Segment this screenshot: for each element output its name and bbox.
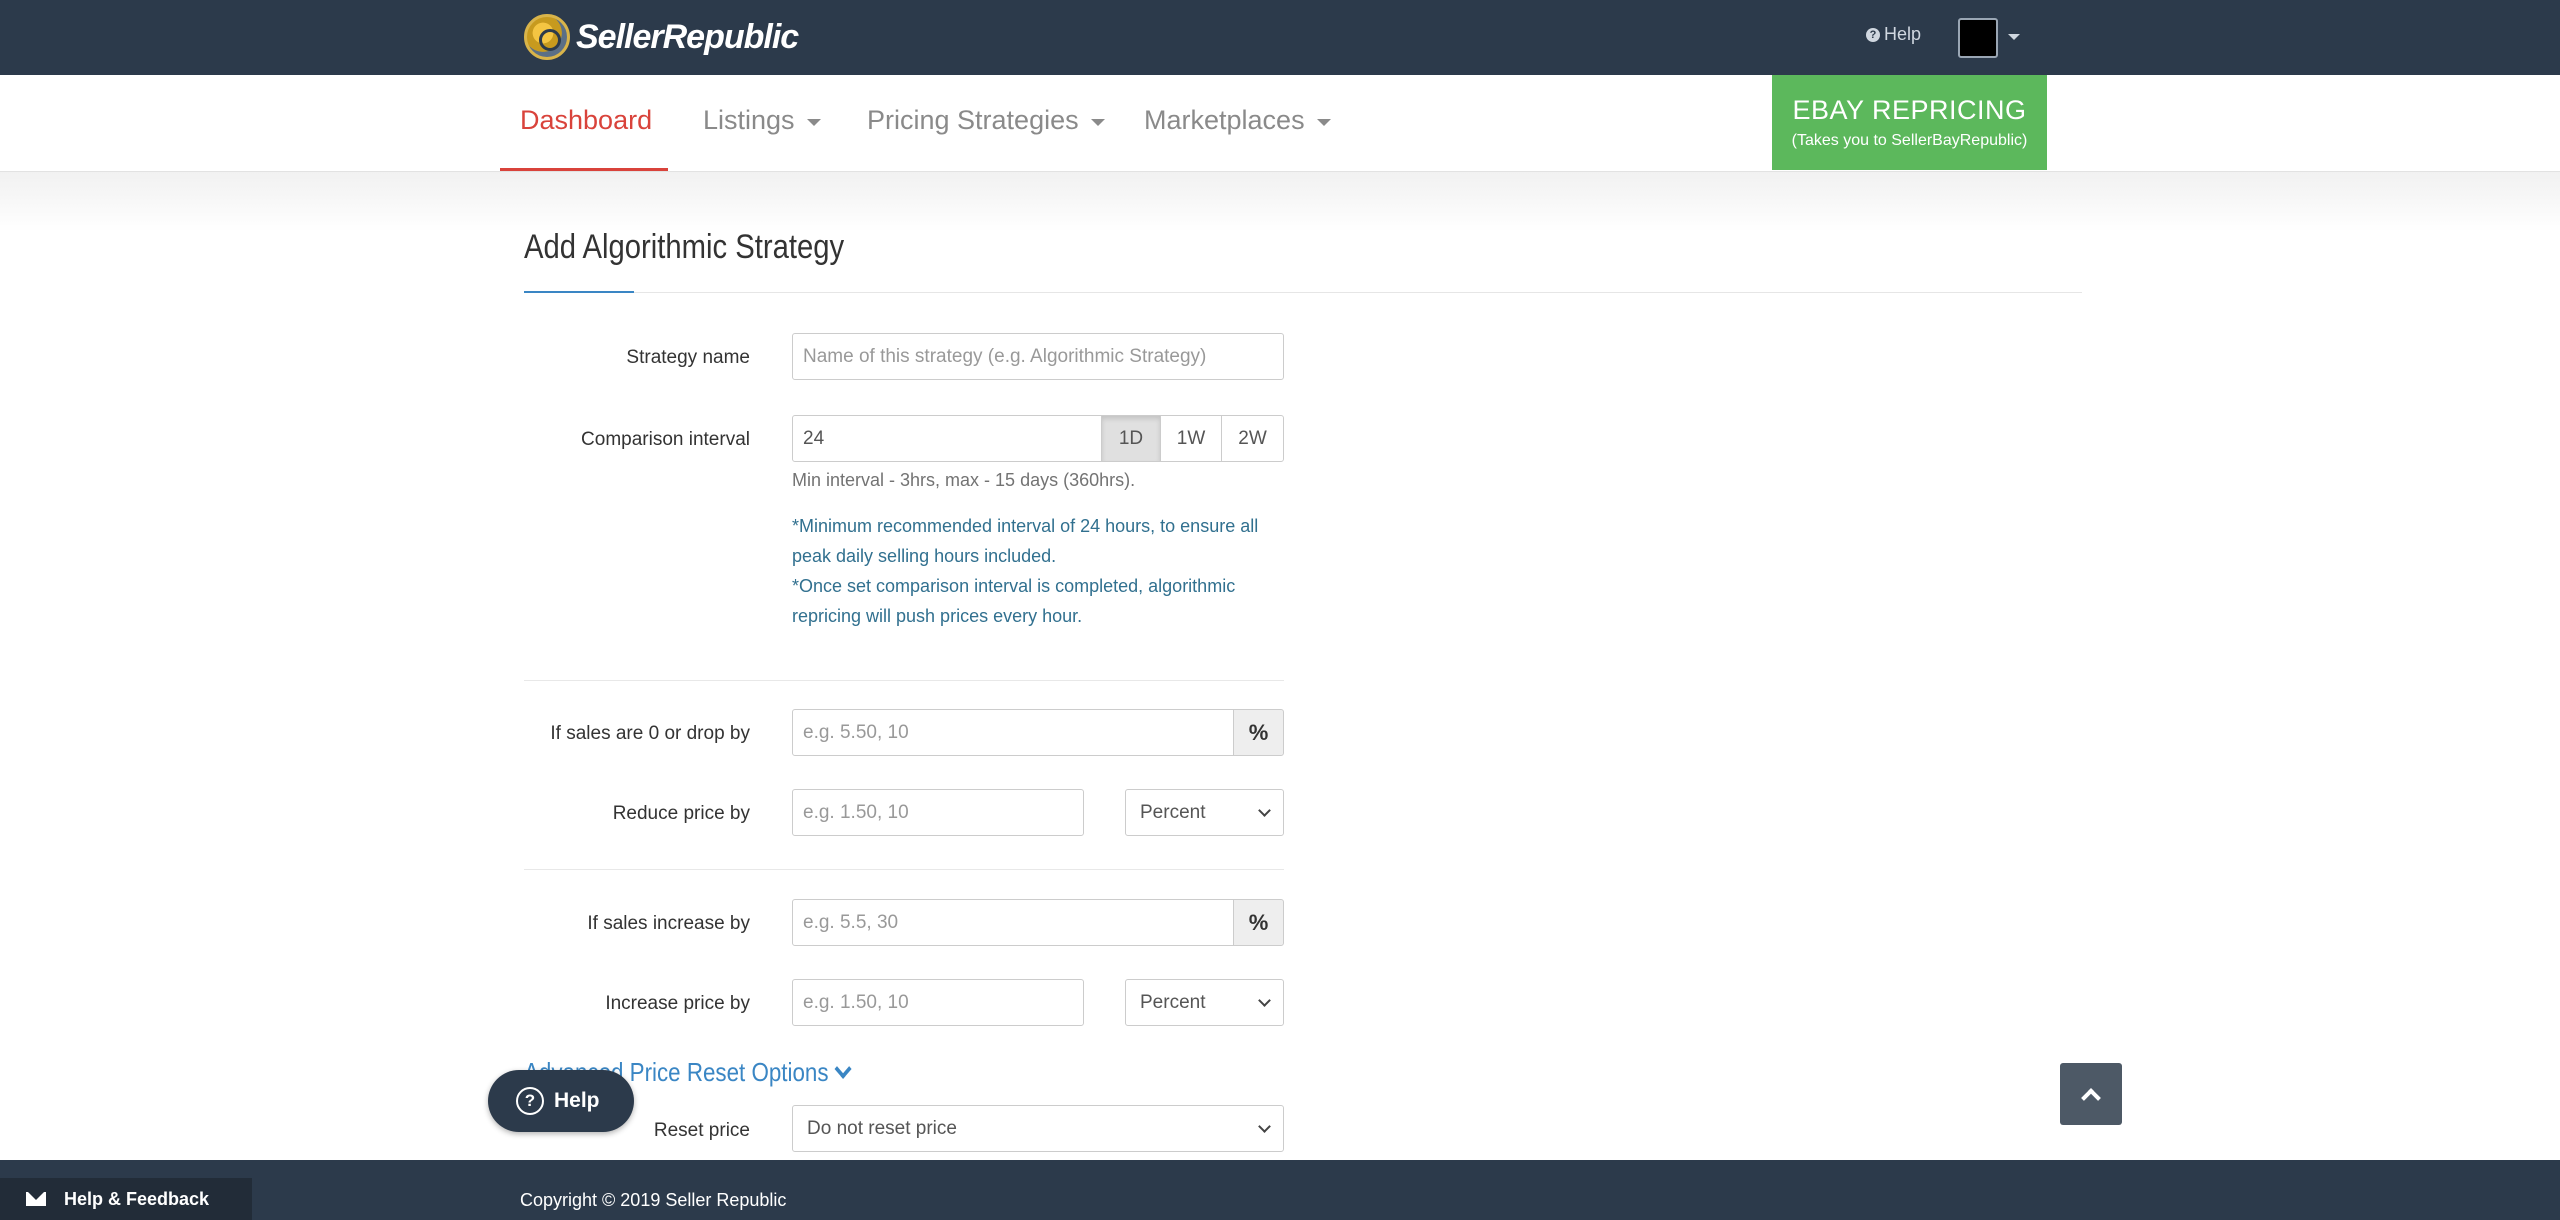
active-nav-underline	[500, 168, 668, 171]
nav-label: Listings	[703, 105, 795, 135]
chevron-down-icon	[1258, 1119, 1271, 1133]
reduce-price-input[interactable]: e.g. 1.50, 10	[792, 789, 1084, 836]
floating-help-label: Help	[554, 1089, 600, 1112]
caret-down-icon	[1316, 118, 1331, 126]
section-divider	[524, 869, 1284, 870]
help-feedback-button[interactable]: Help & Feedback	[0, 1178, 252, 1220]
comparison-interval-input[interactable]: 24	[792, 415, 1102, 462]
strategy-name-label: Strategy name	[626, 347, 750, 368]
chevron-down-icon	[834, 1058, 852, 1079]
caret-down-icon	[1090, 118, 1105, 126]
page-title: Add Algorithmic Strategy	[524, 228, 845, 266]
sales-increase-input[interactable]: e.g. 5.5, 30	[792, 899, 1234, 946]
nav-item-pricing-strategies[interactable]: Pricing Strategies	[867, 105, 1105, 136]
back-to-top-button[interactable]	[2060, 1063, 2122, 1125]
nav-item-listings[interactable]: Listings	[703, 105, 821, 136]
nav-item-dashboard[interactable]: Dashboard	[520, 105, 652, 136]
section-divider	[524, 680, 1284, 681]
interval-2w-button[interactable]: 2W	[1221, 415, 1284, 462]
nav-label: Pricing Strategies	[867, 105, 1079, 135]
chevron-down-icon	[1258, 803, 1271, 817]
increase-price-input[interactable]: e.g. 1.50, 10	[792, 979, 1084, 1026]
caret-down-icon	[806, 118, 821, 126]
percent-addon: %	[1233, 899, 1284, 946]
question-icon: ?	[1866, 27, 1880, 42]
caret-down-icon[interactable]	[2008, 34, 2020, 40]
sales-drop-input[interactable]: e.g. 5.50, 10	[792, 709, 1234, 756]
reduce-price-label: Reduce price by	[612, 803, 750, 824]
chevron-up-icon	[2081, 1088, 2101, 1108]
reduce-price-unit-select[interactable]: Percent	[1125, 789, 1284, 836]
strategy-name-input[interactable]: Name of this strategy (e.g. Algorithmic …	[792, 333, 1284, 380]
ebay-button-title: EBAY REPRICING	[1792, 95, 2027, 125]
footer	[0, 1160, 2560, 1220]
chevron-down-icon	[1258, 993, 1271, 1007]
logo-icon	[524, 14, 570, 60]
select-value: Do not reset price	[807, 1117, 957, 1139]
increase-price-label: Increase price by	[605, 993, 750, 1014]
brand-logo[interactable]: SellerRepublic	[524, 13, 799, 61]
question-circle-icon: ?	[516, 1087, 544, 1115]
interval-help-text: Min interval - 3hrs, max - 15 days (360h…	[792, 470, 1136, 490]
main-nav: Dashboard Listings Pricing Strategies Ma…	[0, 75, 2560, 172]
header-shadow-band	[0, 172, 2560, 232]
avatar[interactable]	[1958, 18, 1998, 58]
select-value: Percent	[1140, 991, 1206, 1013]
title-divider	[524, 292, 2082, 293]
comparison-interval-label: Comparison interval	[581, 429, 750, 450]
ebay-repricing-button[interactable]: EBAY REPRICING (Takes you to SellerBayRe…	[1772, 75, 2047, 170]
sales-drop-label: If sales are 0 or drop by	[550, 723, 750, 744]
reset-price-select[interactable]: Do not reset price	[792, 1105, 1284, 1152]
top-help-label: Help	[1884, 24, 1922, 44]
interval-note-2: *Once set comparison interval is complet…	[792, 576, 1236, 626]
interval-1w-button[interactable]: 1W	[1160, 415, 1222, 462]
interval-note-1: *Minimum recommended interval of 24 hour…	[792, 516, 1259, 566]
brand-name: SellerRepublic	[576, 17, 799, 56]
sales-increase-label: If sales increase by	[587, 913, 750, 934]
top-help-link[interactable]: ? Help	[1866, 24, 1921, 45]
increase-price-unit-select[interactable]: Percent	[1125, 979, 1284, 1026]
title-accent-line	[524, 291, 634, 293]
nav-label: Dashboard	[520, 105, 653, 135]
percent-addon: %	[1233, 709, 1284, 756]
top-bar: SellerRepublic ? Help	[0, 0, 2560, 75]
select-value: Percent	[1140, 801, 1206, 823]
nav-item-marketplaces[interactable]: Marketplaces	[1144, 105, 1331, 136]
envelope-icon	[26, 1192, 46, 1206]
ebay-button-subtitle: (Takes you to SellerBayRepublic)	[1791, 132, 2028, 149]
floating-help-button[interactable]: ? Help	[488, 1070, 634, 1132]
nav-label: Marketplaces	[1144, 105, 1305, 135]
feedback-label: Help & Feedback	[64, 1188, 210, 1209]
footer-copyright: Copyright © 2019 Seller Republic	[520, 1190, 787, 1210]
interval-1d-button[interactable]: 1D	[1101, 415, 1161, 462]
